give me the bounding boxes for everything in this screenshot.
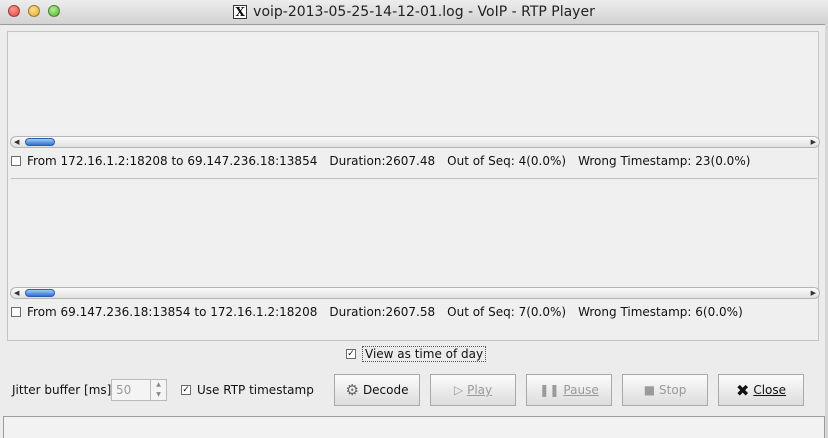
stream-duration: Duration:2607.58 <box>329 305 436 319</box>
stream-out-of-seq: Out of Seq: 7(0.0%) <box>447 305 567 319</box>
scroll-right-icon[interactable]: ▶ <box>811 137 816 147</box>
scroll-thumb[interactable] <box>25 289 55 297</box>
gear-icon: ⚙ <box>345 381 359 399</box>
stream-description: From 69.147.236.18:13854 to 172.16.1.2:1… <box>27 305 318 319</box>
close-icon: ✖ <box>735 380 750 400</box>
stream-description: From 172.16.1.2:18208 to 69.147.236.18:1… <box>27 154 318 168</box>
use-rtp-timestamp-option[interactable]: ✓ Use RTP timestamp <box>181 383 314 397</box>
view-time-of-day-option[interactable]: ✓ View as time of day <box>346 346 487 362</box>
jitter-buffer-stepper[interactable]: 50 ▲ ▼ <box>111 379 167 401</box>
stream-duration: Duration:2607.48 <box>329 154 436 168</box>
close-label: Close <box>753 383 787 397</box>
scroll-left-icon[interactable]: ◀ <box>14 137 19 147</box>
pause-button[interactable]: ❚❚ Pause <box>526 374 612 406</box>
stream-row-2: From 69.147.236.18:13854 to 172.16.1.2:1… <box>11 304 743 320</box>
decode-button[interactable]: ⚙ Decode <box>334 374 420 406</box>
pause-label: Pause <box>563 383 599 397</box>
stream-wrong-timestamp: Wrong Timestamp: 23(0.0%) <box>578 154 751 168</box>
chevron-up-icon[interactable]: ▲ <box>151 380 166 390</box>
stream-wrong-timestamp: Wrong Timestamp: 6(0.0%) <box>578 305 743 319</box>
chevron-down-icon[interactable]: ▼ <box>151 390 166 400</box>
x11-icon: X <box>233 5 248 19</box>
window-title: voip-2013-05-25-14-12-01.log - VoIP - RT… <box>253 4 595 20</box>
play-button[interactable]: ▷ Play <box>430 374 516 406</box>
waveform-scrollbar-1[interactable]: ◀ ▶ <box>10 136 820 148</box>
stop-icon: ■ <box>643 383 656 397</box>
stream-checkbox-1[interactable] <box>11 156 21 166</box>
decode-label: Decode <box>362 383 409 397</box>
view-time-of-day-checkbox[interactable]: ✓ <box>346 349 356 359</box>
pause-icon: ❚❚ <box>539 383 560 397</box>
stream-out-of-seq: Out of Seq: 4(0.0%) <box>447 154 567 168</box>
scroll-left-icon[interactable]: ◀ <box>14 288 19 298</box>
title-wrap: X voip-2013-05-25-14-12-01.log - VoIP - … <box>0 0 828 24</box>
stop-label: Stop <box>659 383 687 397</box>
close-button[interactable]: ✖ Close <box>718 374 804 406</box>
waveform-scrollbar-2[interactable]: ◀ ▶ <box>10 287 820 299</box>
scroll-thumb[interactable] <box>25 138 55 146</box>
stream-checkbox-2[interactable] <box>11 307 21 317</box>
waveform-panel: ◀ ▶ From 172.16.1.2:18208 to 69.147.236.… <box>7 31 820 341</box>
jitter-buffer-value[interactable]: 50 <box>111 379 151 401</box>
status-bar <box>3 416 825 438</box>
use-rtp-timestamp-checkbox[interactable]: ✓ <box>181 385 191 395</box>
waveform-area-2 <box>8 184 818 284</box>
use-rtp-timestamp-label: Use RTP timestamp <box>197 383 314 397</box>
play-icon: ▷ <box>453 383 464 397</box>
title-bar: X voip-2013-05-25-14-12-01.log - VoIP - … <box>0 0 828 25</box>
jitter-buffer-label: Jitter buffer [ms] <box>12 383 112 397</box>
scroll-right-icon[interactable]: ▶ <box>811 288 816 298</box>
view-time-of-day-label: View as time of day <box>362 346 487 362</box>
stepper-arrows[interactable]: ▲ ▼ <box>151 379 167 401</box>
stop-button[interactable]: ■ Stop <box>622 374 708 406</box>
stream-row-1: From 172.16.1.2:18208 to 69.147.236.18:1… <box>11 153 750 169</box>
control-bar: Jitter buffer [ms] 50 ▲ ▼ ✓ Use RTP time… <box>12 374 812 406</box>
play-label: Play <box>467 383 493 397</box>
stream-separator <box>11 178 817 179</box>
waveform-area-1 <box>8 34 818 134</box>
